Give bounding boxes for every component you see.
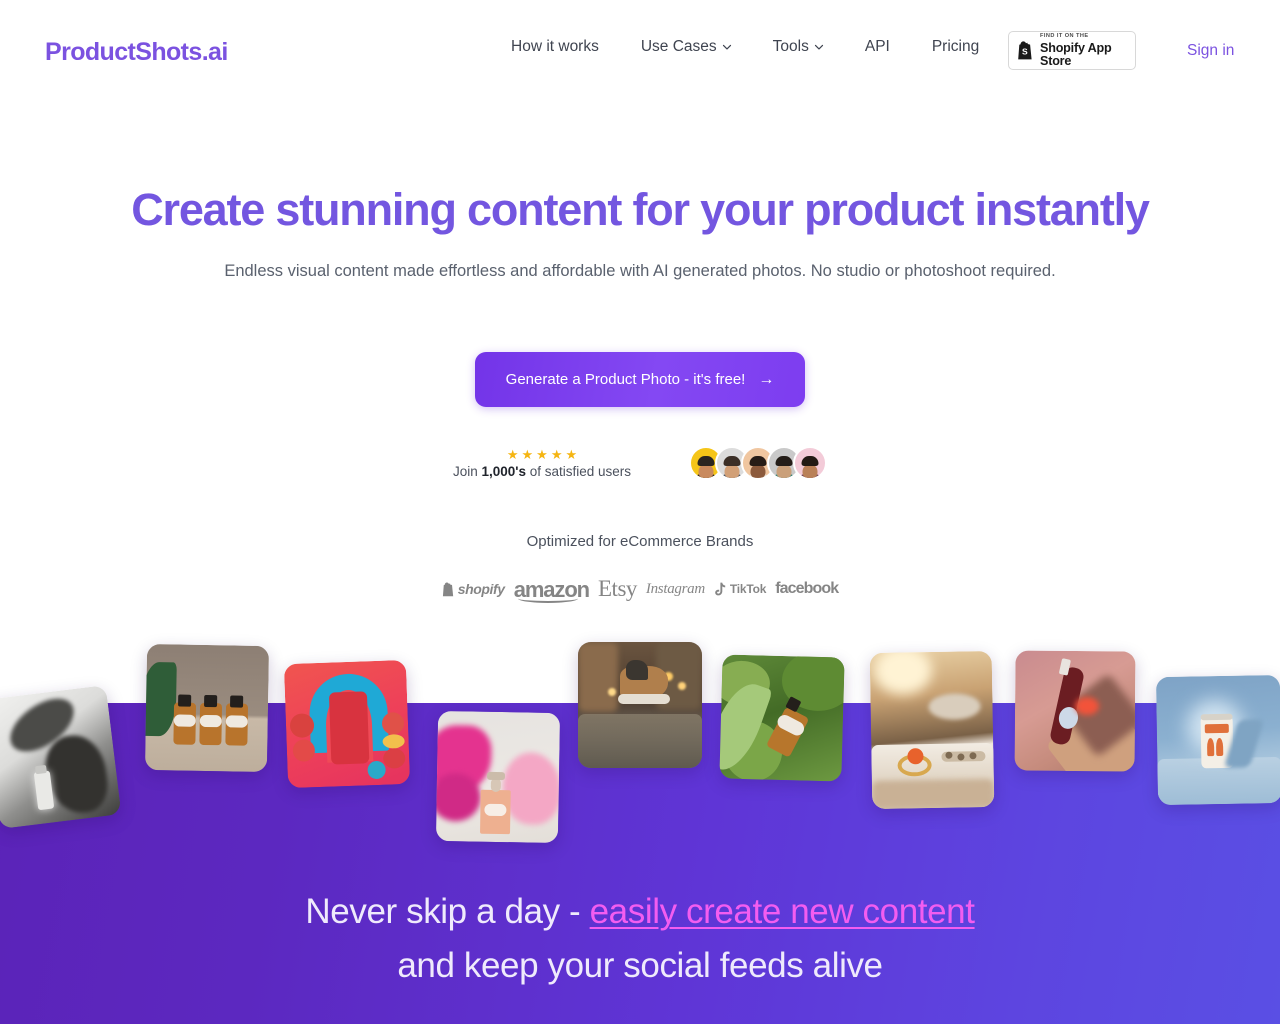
svg-text:S: S: [1022, 46, 1028, 56]
tagline-line-1: Never skip a day - easily create new con…: [305, 892, 975, 931]
tagline-highlight-link[interactable]: easily create new content: [590, 892, 975, 931]
nav-label: How it works: [511, 38, 599, 55]
nav-item-api[interactable]: API: [844, 38, 911, 56]
shot-sneaker-city[interactable]: [578, 642, 702, 768]
product-shot-gallery: [0, 630, 1280, 850]
nav-item-how-it-works[interactable]: How it works: [490, 38, 620, 56]
join-prefix: Join: [452, 463, 482, 479]
generate-product-photo-button[interactable]: Generate a Product Photo - it's free! →: [474, 352, 806, 407]
shot-wine-bottle[interactable]: [1014, 650, 1136, 772]
shot-perfume-smoke[interactable]: [435, 710, 561, 844]
brand-label: Etsy: [598, 576, 637, 601]
nav-label: Use Cases: [640, 38, 717, 55]
social-proof: ★ ★ ★ ★ ★ Join 1,000's of satisfied user…: [0, 446, 1280, 480]
satisfied-users-text: Join 1,000's of satisfied users: [453, 464, 631, 479]
music-note-icon: [714, 582, 727, 596]
arrow-right-icon: →: [758, 370, 775, 388]
brands-title: Optimized for eCommerce Brands: [526, 533, 754, 550]
join-suffix: of satisfied users: [526, 463, 632, 479]
rating-group: ★ ★ ★ ★ ★ Join 1,000's of satisfied user…: [453, 448, 631, 479]
hero-subheadline: Endless visual content made effortless a…: [224, 262, 1056, 280]
site-header: ProductShots.ai How it works Use Cases T…: [0, 0, 1280, 105]
star-icon: ★: [550, 446, 563, 462]
amazon-logo: amazon: [514, 576, 590, 603]
nav-item-pricing[interactable]: Pricing: [911, 38, 1000, 56]
badge-title: Shopify App Store: [1040, 40, 1112, 68]
brand-label: TikTok: [729, 582, 767, 596]
nav-item-tools[interactable]: Tools: [752, 38, 844, 56]
avatar-group: [689, 446, 828, 480]
etsy-logo: Etsy: [598, 576, 637, 602]
brand-label: Instagram: [645, 580, 705, 597]
sign-in-link[interactable]: Sign in: [1187, 42, 1234, 60]
shopify-bag-icon: [442, 582, 455, 597]
chevron-down-icon: [814, 42, 823, 51]
star-rating-icons: ★ ★ ★ ★ ★: [507, 448, 577, 461]
shot-red-pouch[interactable]: [283, 659, 411, 789]
tagline-prefix: Never skip a day -: [305, 892, 590, 931]
shopify-logo: shopify: [442, 581, 505, 597]
shopify-app-store-badge[interactable]: S FIND IT ON THE Shopify App Store: [1008, 31, 1136, 70]
join-count: 1,000's: [481, 463, 526, 479]
instagram-logo: Instagram: [646, 581, 705, 598]
facebook-logo: facebook: [775, 580, 839, 598]
nav-label: API: [864, 38, 890, 55]
nav-label: Pricing: [931, 38, 980, 55]
shot-ring-sunlit[interactable]: [869, 650, 995, 810]
bottom-tagline: Never skip a day - easily create new con…: [0, 885, 1280, 994]
badge-text-group: FIND IT ON THE Shopify App Store: [1040, 32, 1127, 68]
shot-soda-can[interactable]: [1155, 674, 1280, 806]
shopify-bag-icon: S: [1017, 41, 1034, 60]
tagline-line-2: and keep your social feeds alive: [397, 946, 883, 986]
star-icon: ★: [536, 446, 548, 462]
avatar: [793, 446, 828, 480]
nav-item-use-cases[interactable]: Use Cases: [620, 38, 752, 56]
nav-label: Tools: [772, 38, 809, 55]
star-icon: ★: [565, 446, 578, 462]
brand-logo-row: shopify amazon Etsy Instagram TikTok fac…: [0, 576, 1280, 603]
cta-container: Generate a Product Photo - it's free! →: [0, 352, 1280, 407]
main-navigation: How it works Use Cases Tools API Pricing: [490, 38, 1000, 56]
cta-label: Generate a Product Photo - it's free!: [505, 371, 746, 388]
shot-amber-bottles[interactable]: [144, 643, 270, 773]
star-icon: ★: [506, 446, 519, 462]
brand-label: facebook: [775, 580, 839, 597]
brand-label: shopify: [457, 581, 505, 597]
landing-page: ProductShots.ai How it works Use Cases T…: [0, 0, 1280, 1024]
star-icon: ★: [521, 446, 534, 462]
shot-dropper-moss[interactable]: [719, 654, 845, 782]
tiktok-logo: TikTok: [714, 582, 766, 596]
logo[interactable]: ProductShots.ai: [45, 38, 228, 67]
shot-serum-bw[interactable]: [0, 685, 122, 829]
badge-kicker: FIND IT ON THE: [1040, 32, 1089, 39]
amazon-swoosh-icon: [517, 594, 578, 603]
page-title: Create stunning content for your product…: [131, 184, 1150, 235]
chevron-down-icon: [722, 42, 731, 51]
